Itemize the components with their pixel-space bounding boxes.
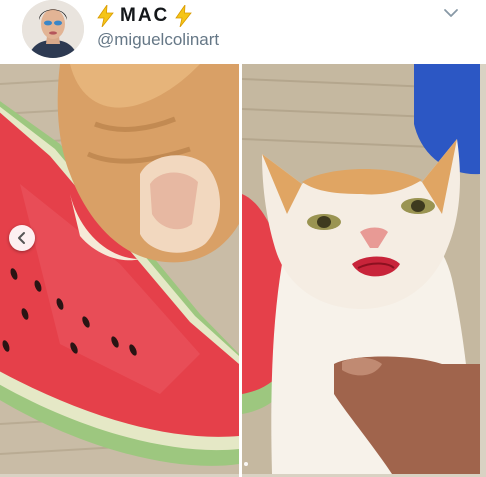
display-name-row[interactable]: MAC xyxy=(97,3,193,28)
photo-carousel[interactable] xyxy=(0,64,486,477)
carousel-page-indicator xyxy=(244,462,248,466)
lightning-bolt-icon xyxy=(97,3,114,28)
display-name: MAC xyxy=(120,5,170,26)
photo-cat-eating-watermelon[interactable] xyxy=(0,64,239,474)
chevron-down-icon[interactable] xyxy=(442,6,460,20)
user-handle[interactable]: @miguelcolinart xyxy=(97,30,219,50)
lightning-bolt-icon xyxy=(175,3,193,28)
carousel-prev-button[interactable] xyxy=(9,225,35,251)
avatar[interactable] xyxy=(22,0,84,58)
tweet-header: MAC @miguelcolinart xyxy=(0,0,486,62)
photo-divider xyxy=(239,64,242,477)
photo-cat-red-mouth[interactable] xyxy=(242,64,480,474)
